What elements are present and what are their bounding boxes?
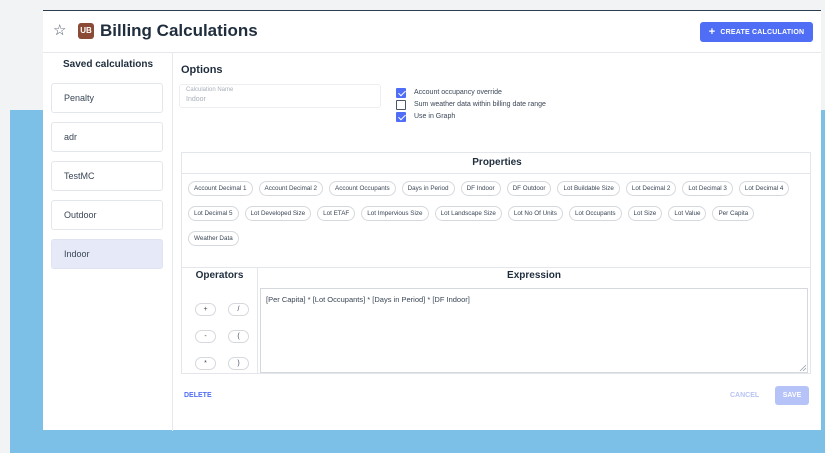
operators-vertical-divider bbox=[257, 267, 258, 373]
properties-title: Properties bbox=[472, 157, 522, 168]
operator-minus-button[interactable]: - bbox=[195, 330, 216, 343]
property-chip[interactable]: DF Indoor bbox=[460, 181, 501, 196]
sidebar-title: Saved calculations bbox=[62, 59, 154, 70]
property-chip[interactable]: Lot Size bbox=[627, 206, 663, 221]
properties-panel: Properties Account Decimal 1 Account Dec… bbox=[181, 152, 811, 374]
calculation-name-value: Indoor bbox=[186, 96, 206, 103]
property-chip[interactable]: Lot Decimal 3 bbox=[682, 181, 733, 196]
operator-plus-button[interactable]: + bbox=[195, 303, 216, 316]
sum-weather-data-checkbox[interactable] bbox=[396, 100, 406, 110]
sidebar-item-adr[interactable]: adr bbox=[51, 122, 163, 152]
page-title: Billing Calculations bbox=[100, 21, 258, 40]
operator-multiply-button[interactable]: * bbox=[195, 357, 216, 370]
operators-title: Operators bbox=[195, 270, 244, 281]
expression-title: Expression bbox=[507, 270, 561, 281]
sum-weather-data-label: Sum weather data within billing date ran… bbox=[414, 101, 546, 108]
property-chip[interactable]: Lot No Of Units bbox=[507, 206, 563, 221]
account-occupancy-override-label: Account occupancy override bbox=[414, 89, 502, 96]
star-icon[interactable]: ☆ bbox=[53, 23, 66, 39]
property-chip[interactable]: Account Occupants bbox=[329, 181, 396, 196]
property-chip[interactable]: Lot Value bbox=[668, 206, 707, 221]
property-chip[interactable]: DF Outdoor bbox=[506, 181, 552, 196]
page-header: ☆ UB Billing Calculations + CREATE CALCUL… bbox=[43, 11, 821, 53]
property-chip[interactable]: Lot Decimal 4 bbox=[738, 181, 790, 196]
plus-icon: + bbox=[708, 26, 716, 38]
calculation-name-label: Calculation Name bbox=[186, 87, 234, 93]
property-chip[interactable]: Account Decimal 2 bbox=[258, 181, 323, 196]
property-chip[interactable]: Lot Buildable Size bbox=[557, 181, 620, 196]
resize-handle-icon[interactable] bbox=[799, 364, 806, 371]
sidebar-item-penalty[interactable]: Penalty bbox=[51, 83, 163, 113]
operators-divider bbox=[182, 267, 810, 268]
property-chip[interactable]: Lot Impervious Size bbox=[361, 206, 429, 221]
sidebar-item-outdoor[interactable]: Outdoor bbox=[51, 200, 163, 230]
saved-calculations-sidebar: Saved calculations Penalty adr TestMC Ou… bbox=[43, 53, 173, 431]
use-in-graph-label: Use in Graph bbox=[414, 113, 456, 120]
cancel-button[interactable]: CANCEL bbox=[730, 392, 759, 399]
property-chip-list: Account Decimal 1 Account Decimal 2 Acco… bbox=[188, 181, 808, 246]
property-chip[interactable]: Weather Data bbox=[188, 231, 239, 246]
options-title: Options bbox=[181, 64, 223, 76]
app-window: ☆ UB Billing Calculations + CREATE CALCUL… bbox=[43, 10, 821, 431]
property-chip[interactable]: Lot Decimal 2 bbox=[625, 181, 677, 196]
operator-open-paren-button[interactable]: ( bbox=[228, 330, 249, 343]
property-chip[interactable]: Lot Decimal 5 bbox=[188, 206, 239, 221]
property-chip[interactable]: Account Decimal 1 bbox=[188, 181, 253, 196]
property-chip[interactable]: Days in Period bbox=[401, 181, 455, 196]
sidebar-item-testmc[interactable]: TestMC bbox=[51, 161, 163, 191]
app-badge-icon: UB bbox=[78, 23, 94, 39]
create-calculation-button[interactable]: + CREATE CALCULATION bbox=[700, 22, 813, 42]
create-calculation-label: CREATE CALCULATION bbox=[720, 29, 805, 36]
delete-button[interactable]: DELETE bbox=[184, 392, 212, 399]
account-occupancy-override-checkbox[interactable] bbox=[396, 88, 406, 98]
sidebar-item-indoor[interactable]: Indoor bbox=[51, 239, 163, 269]
expression-input[interactable]: [Per Capita] * [Lot Occupants] * [Days i… bbox=[260, 288, 808, 373]
property-chip[interactable]: Lot Developed Size bbox=[244, 206, 312, 221]
properties-divider bbox=[182, 173, 810, 174]
property-chip[interactable]: Lot ETAF bbox=[317, 206, 356, 221]
operator-close-paren-button[interactable]: ) bbox=[228, 357, 249, 370]
property-chip[interactable]: Per Capita bbox=[712, 206, 755, 221]
operator-divide-button[interactable]: / bbox=[228, 303, 249, 316]
calculation-name-field[interactable]: Calculation Name Indoor bbox=[179, 84, 381, 108]
save-button[interactable]: SAVE bbox=[775, 386, 809, 405]
property-chip[interactable]: Lot Landscape Size bbox=[434, 206, 502, 221]
property-chip[interactable]: Lot Occupants bbox=[568, 206, 622, 221]
use-in-graph-checkbox[interactable] bbox=[396, 112, 406, 122]
